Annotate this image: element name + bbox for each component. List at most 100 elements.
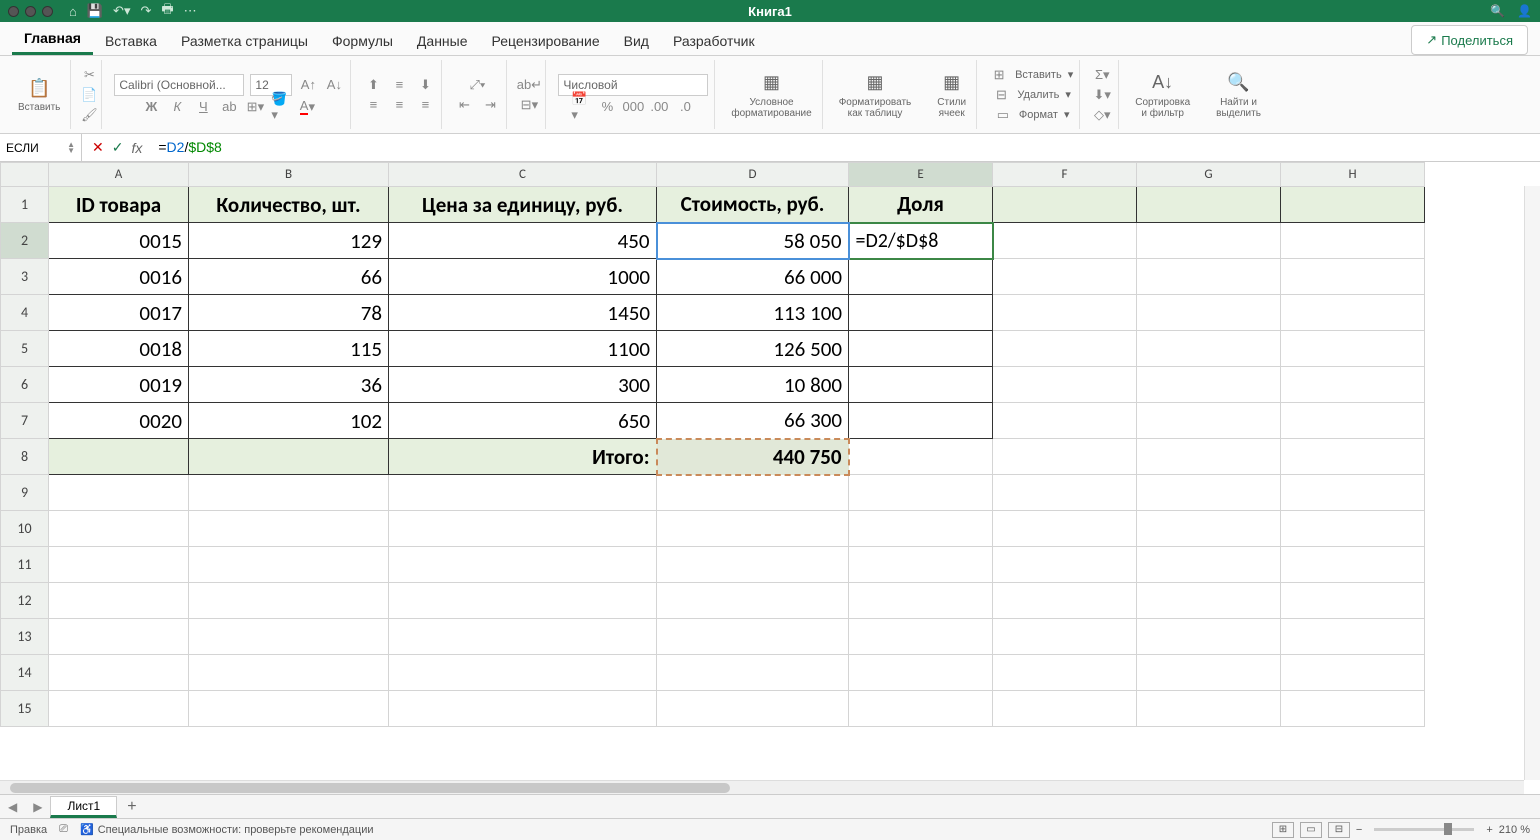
save-icon[interactable]: 💾 xyxy=(87,3,103,19)
account-icon[interactable]: 👤 xyxy=(1517,4,1532,18)
row-header-3[interactable]: 3 xyxy=(1,259,49,295)
increase-font-icon[interactable]: A↑ xyxy=(298,76,318,94)
cell-G9[interactable] xyxy=(1137,475,1281,511)
fx-icon[interactable]: fx xyxy=(131,140,142,156)
indent-decrease-icon[interactable]: ⇤ xyxy=(454,96,474,114)
cell-D5[interactable]: 126 500 xyxy=(657,331,849,367)
cell-A10[interactable] xyxy=(49,511,189,547)
cell-G7[interactable] xyxy=(1137,403,1281,439)
cell-D2[interactable]: 58 050 xyxy=(657,223,849,259)
name-box-input[interactable] xyxy=(6,141,62,155)
cell-C1[interactable]: Цена за единицу, руб. xyxy=(389,187,657,223)
cell-E4[interactable] xyxy=(849,295,993,331)
cell-B8[interactable] xyxy=(189,439,389,475)
cell-B10[interactable] xyxy=(189,511,389,547)
cell-C4[interactable]: 1450 xyxy=(389,295,657,331)
view-normal-icon[interactable]: ⊞ xyxy=(1272,822,1294,838)
cell-C9[interactable] xyxy=(389,475,657,511)
paste-button[interactable]: 📋Вставить xyxy=(14,72,64,117)
copy-icon[interactable]: 📄 xyxy=(79,86,99,104)
cell-B7[interactable]: 102 xyxy=(189,403,389,439)
cell-C15[interactable] xyxy=(389,691,657,727)
cell-E5[interactable] xyxy=(849,331,993,367)
cell-F14[interactable] xyxy=(993,655,1137,691)
row-header-7[interactable]: 7 xyxy=(1,403,49,439)
zoom-level[interactable]: 210 % xyxy=(1499,824,1530,836)
cell-A11[interactable] xyxy=(49,547,189,583)
cell-D3[interactable]: 66 000 xyxy=(657,259,849,295)
view-page-icon[interactable]: ▭ xyxy=(1300,822,1322,838)
cell-F2[interactable] xyxy=(993,223,1137,259)
cell-F3[interactable] xyxy=(993,259,1137,295)
tab-data[interactable]: Данные xyxy=(405,27,480,55)
cell-A7[interactable]: 0020 xyxy=(49,403,189,439)
autosum-icon[interactable]: Σ▾ xyxy=(1092,66,1112,84)
cell-H13[interactable] xyxy=(1281,619,1425,655)
cell-A3[interactable]: 0016 xyxy=(49,259,189,295)
cell-C7[interactable]: 650 xyxy=(389,403,657,439)
cell-E7[interactable] xyxy=(849,403,993,439)
col-header-F[interactable]: F xyxy=(993,163,1137,187)
cell-A12[interactable] xyxy=(49,583,189,619)
cell-A4[interactable]: 0017 xyxy=(49,295,189,331)
align-top-icon[interactable]: ⬆ xyxy=(363,76,383,94)
cell-A1[interactable]: ID товара xyxy=(49,187,189,223)
strike-icon[interactable]: ab xyxy=(219,98,239,116)
comma-icon[interactable]: 000 xyxy=(623,98,643,116)
cell-G10[interactable] xyxy=(1137,511,1281,547)
cell-F9[interactable] xyxy=(993,475,1137,511)
cell-A5[interactable]: 0018 xyxy=(49,331,189,367)
row-header-4[interactable]: 4 xyxy=(1,295,49,331)
cell-B14[interactable] xyxy=(189,655,389,691)
home-icon[interactable]: ⌂ xyxy=(69,4,77,19)
macro-icon[interactable]: ⎚ xyxy=(59,823,68,836)
row-header-13[interactable]: 13 xyxy=(1,619,49,655)
font-name-select[interactable]: Calibri (Основной... xyxy=(114,74,244,96)
find-select-button[interactable]: 🔍Найти и выделить xyxy=(1212,67,1265,123)
cell-D11[interactable] xyxy=(657,547,849,583)
cell-D15[interactable] xyxy=(657,691,849,727)
cell-B13[interactable] xyxy=(189,619,389,655)
format-cells-icon[interactable]: ▭ xyxy=(993,106,1013,124)
cell-B3[interactable]: 66 xyxy=(189,259,389,295)
cell-A14[interactable] xyxy=(49,655,189,691)
cell-B11[interactable] xyxy=(189,547,389,583)
row-header-14[interactable]: 14 xyxy=(1,655,49,691)
conditional-formatting-button[interactable]: ▦Условное форматирование xyxy=(727,67,815,123)
row-header-1[interactable]: 1 xyxy=(1,187,49,223)
orientation-icon[interactable]: ⤢▾ xyxy=(467,76,487,94)
view-break-icon[interactable]: ⊟ xyxy=(1328,822,1350,838)
tab-developer[interactable]: Разработчик xyxy=(661,27,767,55)
horizontal-scrollbar[interactable] xyxy=(0,780,1524,794)
cell-G8[interactable] xyxy=(1137,439,1281,475)
fill-icon[interactable]: ⬇▾ xyxy=(1092,86,1112,104)
window-controls[interactable] xyxy=(8,6,53,17)
cell-E3[interactable] xyxy=(849,259,993,295)
cell-D12[interactable] xyxy=(657,583,849,619)
zoom-slider[interactable] xyxy=(1374,828,1474,831)
insert-cells-icon[interactable]: ⊞ xyxy=(989,66,1009,84)
italic-icon[interactable]: К xyxy=(167,98,187,116)
cell-C10[interactable] xyxy=(389,511,657,547)
cell-G1[interactable] xyxy=(1137,187,1281,223)
cell-H10[interactable] xyxy=(1281,511,1425,547)
indent-increase-icon[interactable]: ⇥ xyxy=(480,96,500,114)
cell-A6[interactable]: 0019 xyxy=(49,367,189,403)
cell-F6[interactable] xyxy=(993,367,1137,403)
redo-icon[interactable]: ↷ xyxy=(140,3,151,19)
cell-E9[interactable] xyxy=(849,475,993,511)
tab-formulas[interactable]: Формулы xyxy=(320,27,405,55)
cell-G6[interactable] xyxy=(1137,367,1281,403)
align-center-icon[interactable]: ≡ xyxy=(389,96,409,114)
cell-G2[interactable] xyxy=(1137,223,1281,259)
cell-H4[interactable] xyxy=(1281,295,1425,331)
cell-G4[interactable] xyxy=(1137,295,1281,331)
cell-C12[interactable] xyxy=(389,583,657,619)
row-header-11[interactable]: 11 xyxy=(1,547,49,583)
tab-view[interactable]: Вид xyxy=(612,27,661,55)
cell-E6[interactable] xyxy=(849,367,993,403)
increase-decimal-icon[interactable]: .00 xyxy=(649,98,669,116)
align-middle-icon[interactable]: ≡ xyxy=(389,76,409,94)
sheet-tab[interactable]: Лист1 xyxy=(50,796,117,818)
align-bottom-icon[interactable]: ⬇ xyxy=(415,76,435,94)
